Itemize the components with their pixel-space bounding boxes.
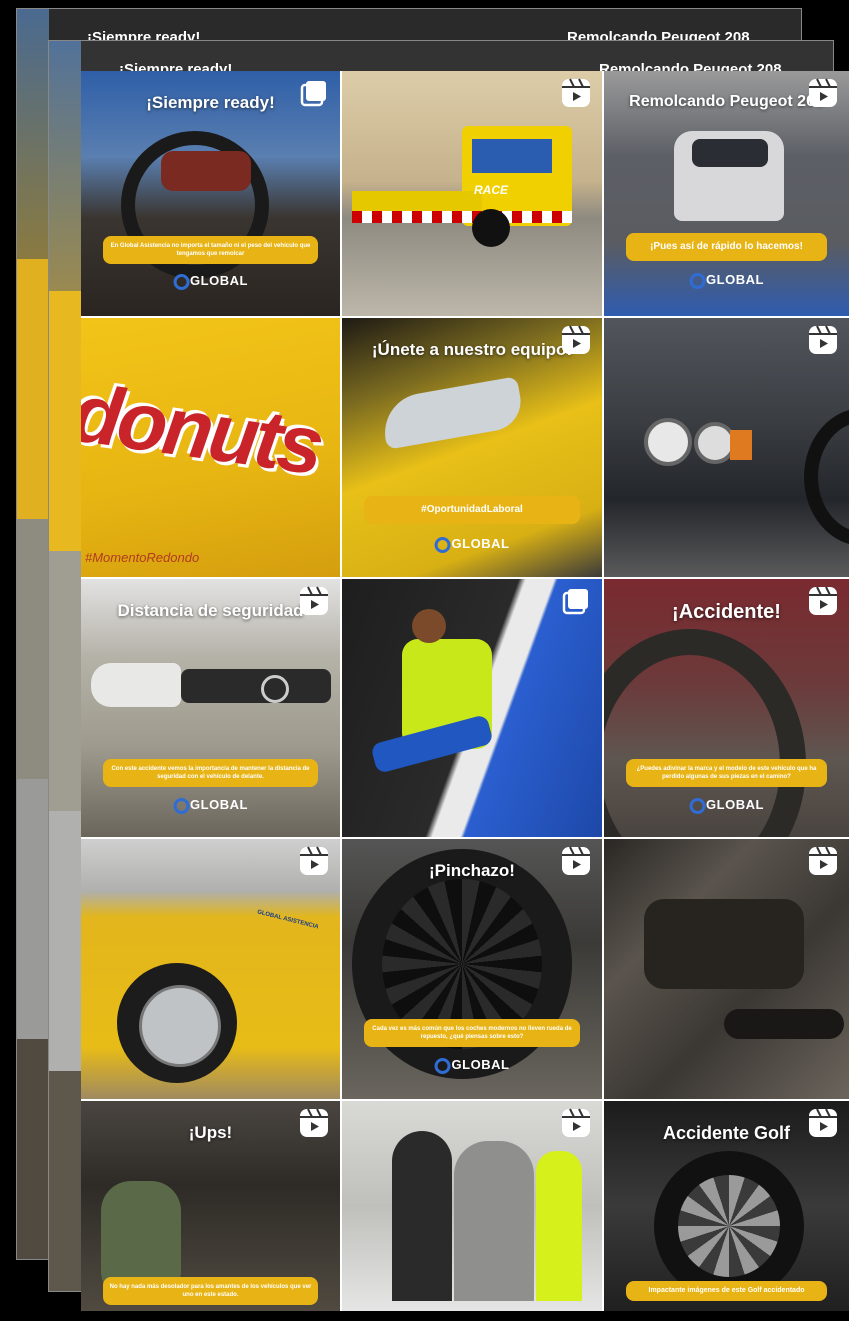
reels-icon [809, 846, 837, 875]
global-logo: GLOBAL [689, 272, 764, 289]
reels-icon [809, 586, 837, 615]
post-tile[interactable]: donuts #MomentoRedondo [81, 318, 342, 579]
reels-icon [300, 586, 328, 615]
global-logo: GLOBAL [434, 1057, 510, 1074]
global-logo: GLOBAL [434, 536, 510, 553]
global-logo: GLOBAL [173, 273, 248, 290]
ghost-strip [49, 41, 81, 291]
car-decal: GLOBAL ASISTENCIA [256, 909, 320, 931]
post-tile[interactable]: Accidente Golf Impactante imágenes de es… [604, 1101, 849, 1311]
car-grille [181, 669, 331, 703]
ghost-strip [17, 779, 49, 1039]
post-tile[interactable] [342, 1101, 604, 1311]
carousel-icon [562, 589, 588, 615]
post-tile[interactable]: GLOBAL ASISTENCIA [81, 839, 342, 1101]
ghost-strip [49, 811, 81, 1071]
ghost-strip [49, 1071, 81, 1291]
truck-window [472, 139, 552, 173]
post-caption: Con este accidente vemos la importancia … [103, 759, 318, 787]
reels-icon [300, 1108, 328, 1137]
post-caption: #OportunidadLaboral [364, 496, 580, 524]
ghost-strip [17, 1039, 49, 1259]
car-headlight [91, 663, 181, 707]
post-tile[interactable]: RACE [342, 71, 604, 318]
post-tile[interactable]: ¡Únete a nuestro equipo! #OportunidadLab… [342, 318, 604, 579]
opel-badge [261, 675, 289, 703]
reels-icon [562, 78, 590, 107]
warning-stripe [352, 211, 572, 223]
person-hi-vis [536, 1151, 582, 1301]
reels-icon [562, 1108, 590, 1137]
ghost-strip [17, 259, 49, 519]
van-hashtag: #MomentoRedondo [85, 550, 200, 565]
post-caption: ¡Pues así de rápido lo hacemos! [626, 233, 827, 261]
person-dark-jacket [392, 1131, 452, 1301]
motorcycle-tank [161, 151, 251, 191]
headlight [378, 376, 526, 450]
person-grey-jacket [454, 1141, 534, 1301]
post-caption: No hay nada más desolador para los amant… [103, 1277, 318, 1305]
reels-icon [562, 325, 590, 354]
ghost-strip [49, 291, 81, 551]
worker-head [412, 609, 446, 643]
tow-bed [352, 191, 482, 213]
post-tile[interactable] [342, 579, 604, 839]
engine-hose [724, 1009, 844, 1039]
car-tyre [804, 408, 849, 546]
engine-block [644, 899, 804, 989]
ghost-strip [49, 551, 81, 811]
global-logo: GLOBAL [173, 797, 248, 814]
car-headlight [644, 418, 692, 466]
reels-icon [562, 846, 590, 875]
post-tile[interactable] [604, 839, 849, 1101]
donuts-logo: donuts [81, 367, 326, 493]
instagram-post-grid: ¡Siempre ready! En Global Asistencia no … [81, 71, 849, 1311]
ghost-strip [17, 9, 49, 259]
reels-icon [300, 846, 328, 875]
alloy-wheel [139, 985, 221, 1067]
reels-icon [809, 78, 837, 107]
post-tile[interactable]: Remolcando Peugeot 208 ¡Pues así de rápi… [604, 71, 849, 318]
race-label: RACE [474, 183, 509, 197]
post-tile[interactable] [604, 318, 849, 579]
post-caption: Cada vez es más común que los coches mod… [364, 1019, 580, 1047]
post-tile[interactable]: ¡Pinchazo! Cada vez es más común que los… [342, 839, 604, 1101]
truck-wheel [472, 209, 510, 247]
post-tile[interactable]: Distancia de seguridad Con este accident… [81, 579, 342, 839]
reels-icon [809, 1108, 837, 1137]
global-logo: GLOBAL [689, 797, 764, 814]
post-tile[interactable]: ¡Siempre ready! En Global Asistencia no … [81, 71, 342, 318]
windshield [692, 139, 768, 167]
post-caption: Impactante imágenes de este Golf acciden… [626, 1281, 827, 1301]
carousel-icon [300, 81, 326, 107]
post-tile[interactable]: ¡Ups! No hay nada más desolador para los… [81, 1101, 342, 1311]
post-tile[interactable]: ¡Accidente! ¿Puedes adivinar la marca y … [604, 579, 849, 839]
ghost-strip [17, 519, 49, 779]
post-caption: ¿Puedes adivinar la marca y el modelo de… [626, 759, 827, 787]
post-caption: En Global Asistencia no importa el tamañ… [103, 236, 318, 264]
alloy-wheel [678, 1175, 780, 1277]
reels-icon [809, 325, 837, 354]
indicator-light [730, 430, 752, 460]
